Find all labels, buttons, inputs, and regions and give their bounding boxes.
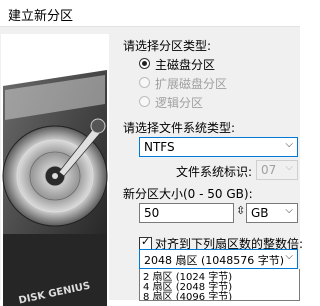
sector-option[interactable]: 8 扇区 (4096 字节) — [143, 288, 232, 300]
filesystem-id-label: 文件系统标识: — [176, 165, 253, 179]
radio-extended-label: 扩展磁盘分区 — [155, 77, 228, 91]
chevron-down-icon[interactable]: ⌵ — [285, 139, 293, 150]
size-unit-select[interactable]: GB ⌵ — [246, 203, 298, 223]
chevron-down-icon[interactable]: ⌵ — [285, 251, 293, 262]
chevron-down-icon[interactable]: ⌵ — [285, 205, 293, 216]
filesystem-type-label: 请选择文件系统类型: — [123, 121, 236, 135]
partition-size-label: 新分区大小(0 - 50 GB): — [123, 187, 253, 201]
disk-genius-graphic: DISK GENIUS — [1, 34, 109, 306]
filesystem-select[interactable]: NTFS ⌵ — [139, 137, 298, 157]
sector-select-value: 2048 扇区 (1048576 字节) — [144, 254, 285, 267]
title-bar[interactable]: 建立新分区 — [0, 0, 300, 27]
filesystem-select-value: NTFS — [144, 140, 175, 154]
radio-extended-indicator[interactable] — [139, 77, 150, 88]
hard-disk-illustration: DISK GENIUS — [2, 70, 108, 306]
chevron-down-icon[interactable]: ⌵ — [285, 162, 293, 173]
partition-size-value: 50 — [144, 206, 160, 220]
filesystem-id-select[interactable]: 07 ⌵ — [256, 160, 298, 180]
sector-select[interactable]: 2048 扇区 (1048576 字节) ⌵ — [139, 249, 298, 269]
size-spinner[interactable]: ⇳ — [236, 204, 245, 217]
sector-dropdown-list: 2 扇区 (1024 字节) 4 扇区 (2048 字节) 8 扇区 (4096… — [139, 269, 300, 301]
create-partition-dialog: 建立新分区 DISK GENIUS 请选择分区类型: 主磁盘分区 扩展磁盘分区 … — [0, 0, 303, 306]
dialog-body: DISK GENIUS 请选择分区类型: 主磁盘分区 扩展磁盘分区 逻辑分区 请… — [0, 27, 303, 306]
radio-primary-label: 主磁盘分区 — [155, 58, 216, 72]
partition-size-input[interactable]: 50 — [139, 203, 234, 223]
dialog-title: 建立新分区 — [8, 9, 74, 24]
size-unit-value: GB — [251, 206, 269, 220]
partition-type-label: 请选择分区类型: — [123, 39, 212, 53]
radio-primary-indicator[interactable] — [139, 58, 150, 69]
radio-logical-label: 逻辑分区 — [155, 96, 204, 110]
filesystem-id-value: 07 — [261, 163, 277, 177]
radio-logical-indicator[interactable] — [139, 96, 150, 107]
